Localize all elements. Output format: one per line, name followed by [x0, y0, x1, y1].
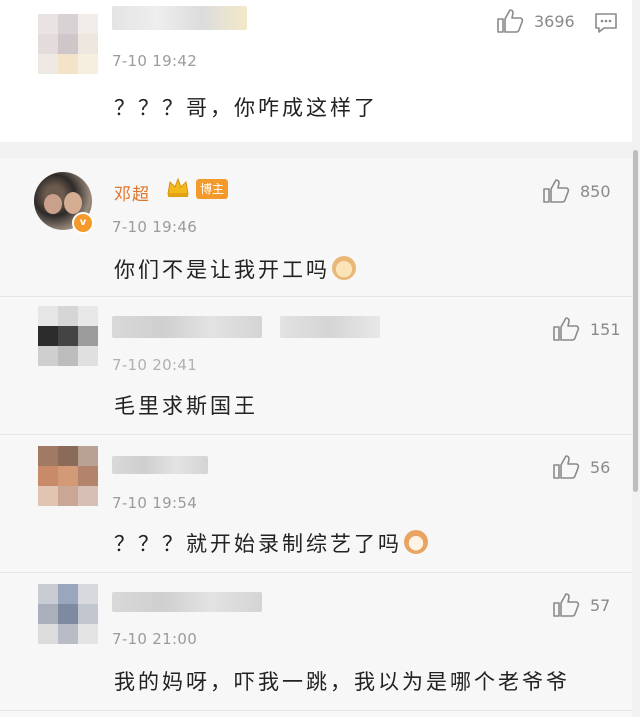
comment-time: 7-10 19:54: [112, 494, 198, 512]
like-button[interactable]: 57: [552, 592, 610, 618]
thumbs-up-icon: [553, 593, 580, 617]
comment-text: ？？？就开始录制综艺了吗: [114, 528, 428, 558]
username[interactable]: [112, 456, 208, 474]
comment-text: 你们不是让我开工吗: [114, 254, 356, 284]
username[interactable]: [112, 6, 247, 30]
thumbs-up-icon: [497, 9, 524, 33]
comment-time: 7-10 19:42: [112, 52, 198, 70]
like-button[interactable]: 3696: [496, 8, 575, 34]
blogger-badge: 博主: [196, 179, 228, 199]
like-button[interactable]: 56: [552, 454, 610, 480]
comment-text-body: 你们不是让我开工吗: [114, 258, 330, 282]
like-count: 57: [590, 595, 611, 615]
avatar[interactable]: [38, 14, 98, 74]
comment-text: ？？？哥，你咋成这样了: [114, 96, 378, 120]
like-button[interactable]: 151: [552, 316, 621, 342]
comment-text-body: ？？？就开始录制综艺了吗: [114, 532, 402, 556]
avatar[interactable]: [38, 446, 98, 506]
username-extra: [280, 316, 380, 338]
like-button[interactable]: 850: [542, 178, 611, 204]
comment-time: 7-10 20:41: [112, 356, 198, 374]
divider: [0, 572, 632, 573]
avatar[interactable]: [38, 306, 98, 366]
comment-time: 7-10 19:46: [112, 218, 198, 236]
username[interactable]: [112, 592, 262, 612]
comment-text: 我的妈呀，吓我一跳，我以为是哪个老爷爷: [114, 670, 570, 694]
scrollbar[interactable]: [633, 150, 638, 492]
divider: [0, 296, 632, 297]
cat-emoji: [404, 530, 428, 554]
like-count: 151: [590, 319, 621, 339]
verified-icon: v: [72, 212, 94, 234]
crown-icon: [167, 177, 189, 197]
like-count: 56: [590, 457, 611, 477]
divider: [0, 710, 632, 711]
doge-emoji: [332, 256, 356, 280]
reply-icon[interactable]: [594, 12, 618, 34]
thumbs-up-icon: [543, 179, 570, 203]
comment-text: 毛里求斯国王: [114, 394, 258, 418]
comment-time: 7-10 21:00: [112, 630, 198, 648]
thumbs-up-icon: [553, 317, 580, 341]
thumbs-up-icon: [553, 455, 580, 479]
avatar[interactable]: [38, 584, 98, 644]
blogger-name[interactable]: 邓超: [114, 180, 150, 205]
like-count: 3696: [534, 11, 575, 31]
comment-card-1: 7-10 19:42 ？？？哥，你咋成这样了 3696: [0, 0, 632, 142]
like-count: 850: [580, 181, 611, 201]
username[interactable]: [112, 316, 262, 338]
divider: [0, 434, 632, 435]
